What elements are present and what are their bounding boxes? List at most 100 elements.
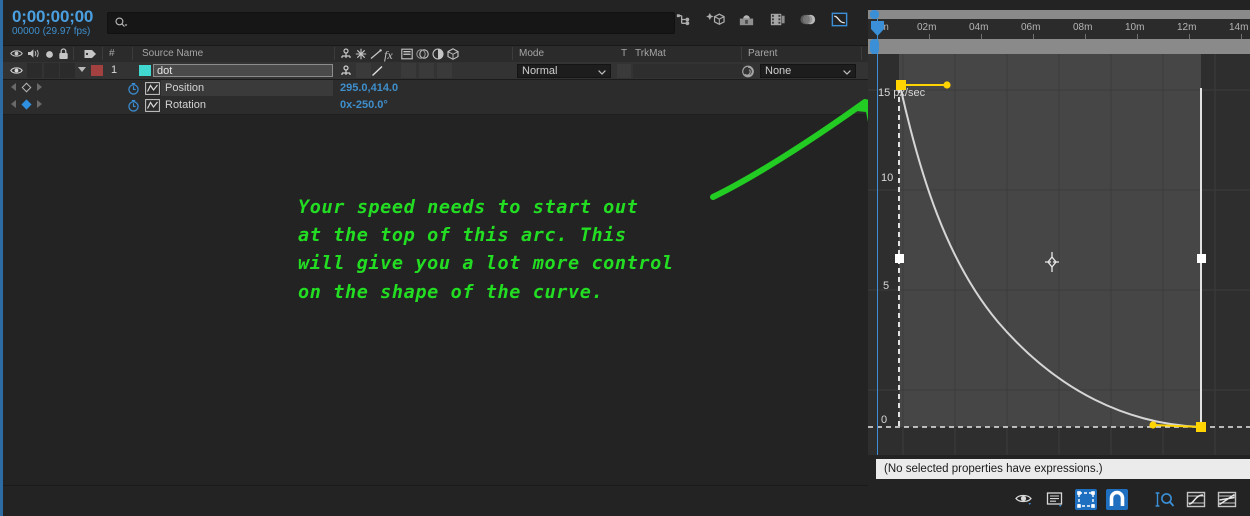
effects-switch-icon[interactable] — [355, 48, 367, 60]
layer-label-color-swatch[interactable] — [91, 65, 103, 76]
timeline-panel: 0;00;00;00 00000 (29.97 fps) # Source Na… — [0, 0, 868, 516]
layer-shape-switch-icon[interactable] — [371, 65, 384, 77]
label-tag-icon[interactable] — [84, 49, 97, 59]
graph-editor-toggle-icon[interactable] — [145, 99, 160, 112]
shape-switch-icon[interactable] — [370, 49, 382, 60]
frame-blending-icon[interactable] — [768, 10, 787, 29]
next-keyframe-icon[interactable] — [37, 83, 42, 91]
layer-anchor-switch-icon[interactable] — [340, 65, 352, 77]
fx-icon[interactable]: fx — [384, 48, 393, 63]
annotation-line-1: Your speed needs to start out — [298, 197, 639, 218]
frame-and-fps: 00000 (29.97 fps) — [12, 25, 91, 37]
motion-blur-switch-icon[interactable] — [416, 48, 429, 60]
graph-canvas[interactable]: 15 px/sec 10 5 0 — [868, 54, 1250, 455]
time-zoom-scrollbar-bottom[interactable] — [868, 39, 1250, 54]
snap-icon[interactable] — [1106, 488, 1128, 510]
playhead-line[interactable] — [877, 19, 878, 455]
search-input[interactable] — [107, 11, 676, 34]
property-name[interactable]: Rotation — [165, 99, 206, 111]
eye-icon[interactable] — [10, 48, 23, 59]
layer-parent-value: None — [765, 65, 792, 77]
keyframe-diamond-icon[interactable] — [21, 82, 32, 92]
property-row-position[interactable]: Position 295.0,414.0 — [3, 80, 868, 98]
transform-handle-left — [895, 254, 904, 263]
parent-pickwhip-icon[interactable] — [741, 65, 755, 78]
playhead-marker-icon[interactable] — [870, 20, 885, 37]
layer-motionblur-switch[interactable] — [419, 63, 434, 78]
timeline-bottom-strip — [3, 485, 868, 516]
ruler-label-3: 06m — [1021, 22, 1041, 33]
fit-selection-to-view-icon[interactable] — [1185, 489, 1207, 510]
stopwatch-icon[interactable] — [127, 99, 140, 112]
stopwatch-icon[interactable] — [127, 82, 140, 95]
layer-expand-triangle[interactable] — [78, 67, 86, 72]
property-name[interactable]: Position — [165, 82, 204, 94]
y-axis-label-5: 5 — [883, 280, 890, 292]
prev-keyframe-icon[interactable] — [11, 83, 16, 91]
expression-status-bar: (No selected properties have expressions… — [876, 459, 1250, 479]
layer-parent-select[interactable]: None — [760, 64, 856, 78]
prev-keyframe-icon[interactable] — [11, 100, 16, 108]
search-icon — [115, 16, 128, 27]
graph-editor-toggle-icon[interactable] — [145, 82, 160, 95]
layer-row-dot[interactable]: 1 dot Normal None — [3, 62, 868, 80]
layer-effects-switch[interactable] — [356, 63, 371, 78]
layer-solo-toggle[interactable] — [44, 63, 59, 78]
y-axis-label-0: 0 — [881, 414, 888, 426]
motion-blur-icon[interactable] — [799, 10, 818, 29]
keyframe-navigator-rotation[interactable] — [11, 99, 42, 109]
keyframe-2-selected — [1196, 422, 1206, 432]
transform-handle-right — [1197, 254, 1206, 263]
timeline-header: 0;00;00;00 00000 (29.97 fps) — [3, 0, 868, 45]
live-update-icon[interactable] — [675, 10, 694, 29]
annotation-line-2: at the top of this arc. This — [298, 225, 627, 247]
y-axis-label-15: 15 px/sec — [878, 87, 926, 99]
graph-editor-panel: 0m 02m 04m 06m 08m 10m 12m 14m — [868, 0, 1250, 516]
current-timecode[interactable]: 0;00;00;00 — [12, 7, 93, 26]
column-header-row: # Source Name fx Mode T TrkMat Parent — [3, 45, 868, 63]
layer-index: 1 — [111, 64, 118, 76]
solo-icon[interactable] — [45, 50, 54, 62]
parent-header: Parent — [748, 48, 778, 59]
fit-all-graphs-to-view-icon[interactable] — [1216, 489, 1238, 510]
adjustment-layer-icon[interactable] — [401, 48, 413, 60]
layer-trkmat-toggle[interactable] — [617, 64, 631, 78]
layer-audio-toggle[interactable] — [27, 63, 42, 78]
speed-graph-svg[interactable] — [868, 54, 1250, 455]
property-value[interactable]: 0x-250.0° — [340, 99, 388, 111]
layer-lock-toggle[interactable] — [60, 63, 75, 78]
show-selected-handles-icon[interactable] — [1075, 488, 1097, 510]
next-keyframe-icon[interactable] — [37, 100, 42, 108]
3d-layer-icon[interactable] — [447, 48, 459, 60]
graph-editor-icon[interactable] — [830, 10, 849, 29]
layer-blend-mode-select[interactable]: Normal — [517, 64, 611, 78]
collapse-transformations-icon[interactable] — [432, 48, 444, 60]
show-transform-box-icon[interactable] — [1044, 489, 1066, 510]
layer-trkmat-select[interactable] — [633, 64, 743, 78]
property-row-rotation[interactable]: Rotation 0x-250.0° — [3, 97, 868, 115]
draft-3d-icon[interactable] — [706, 10, 725, 29]
keyframe-diamond-icon[interactable] — [21, 99, 32, 109]
hide-shy-layers-icon[interactable] — [737, 10, 756, 29]
anchor-switch-icon[interactable] — [340, 48, 352, 60]
auto-zoom-graph-height-icon[interactable] — [1154, 489, 1176, 510]
keyframe-navigator-position[interactable] — [11, 82, 42, 92]
timecode-display[interactable]: 0;00;00;00 00000 (29.97 fps) — [12, 7, 93, 37]
layer-collapse-switch[interactable] — [437, 63, 452, 78]
layer-number-header: # — [109, 48, 115, 59]
layer-source-name[interactable]: dot — [153, 64, 333, 77]
time-zoom-scrollbar-top[interactable] — [868, 10, 1250, 19]
lock-icon[interactable] — [58, 48, 69, 60]
source-name-header[interactable]: Source Name — [142, 48, 203, 59]
audio-icon[interactable] — [27, 48, 40, 59]
show-graph-options-icon[interactable] — [1013, 489, 1035, 510]
layer-adjustment-switch[interactable] — [401, 63, 416, 78]
t-header: T — [621, 48, 628, 59]
time-zoom-handle-left[interactable] — [870, 10, 879, 19]
keyframe-2-handle-dot — [1149, 421, 1157, 429]
time-ruler[interactable]: 0m 02m 04m 06m 08m 10m 12m 14m — [868, 19, 1250, 40]
ruler-label-1: 02m — [917, 22, 937, 33]
layer-visibility-eye-icon[interactable] — [10, 65, 23, 76]
property-value[interactable]: 295.0,414.0 — [340, 82, 398, 94]
mode-header: Mode — [519, 48, 545, 59]
